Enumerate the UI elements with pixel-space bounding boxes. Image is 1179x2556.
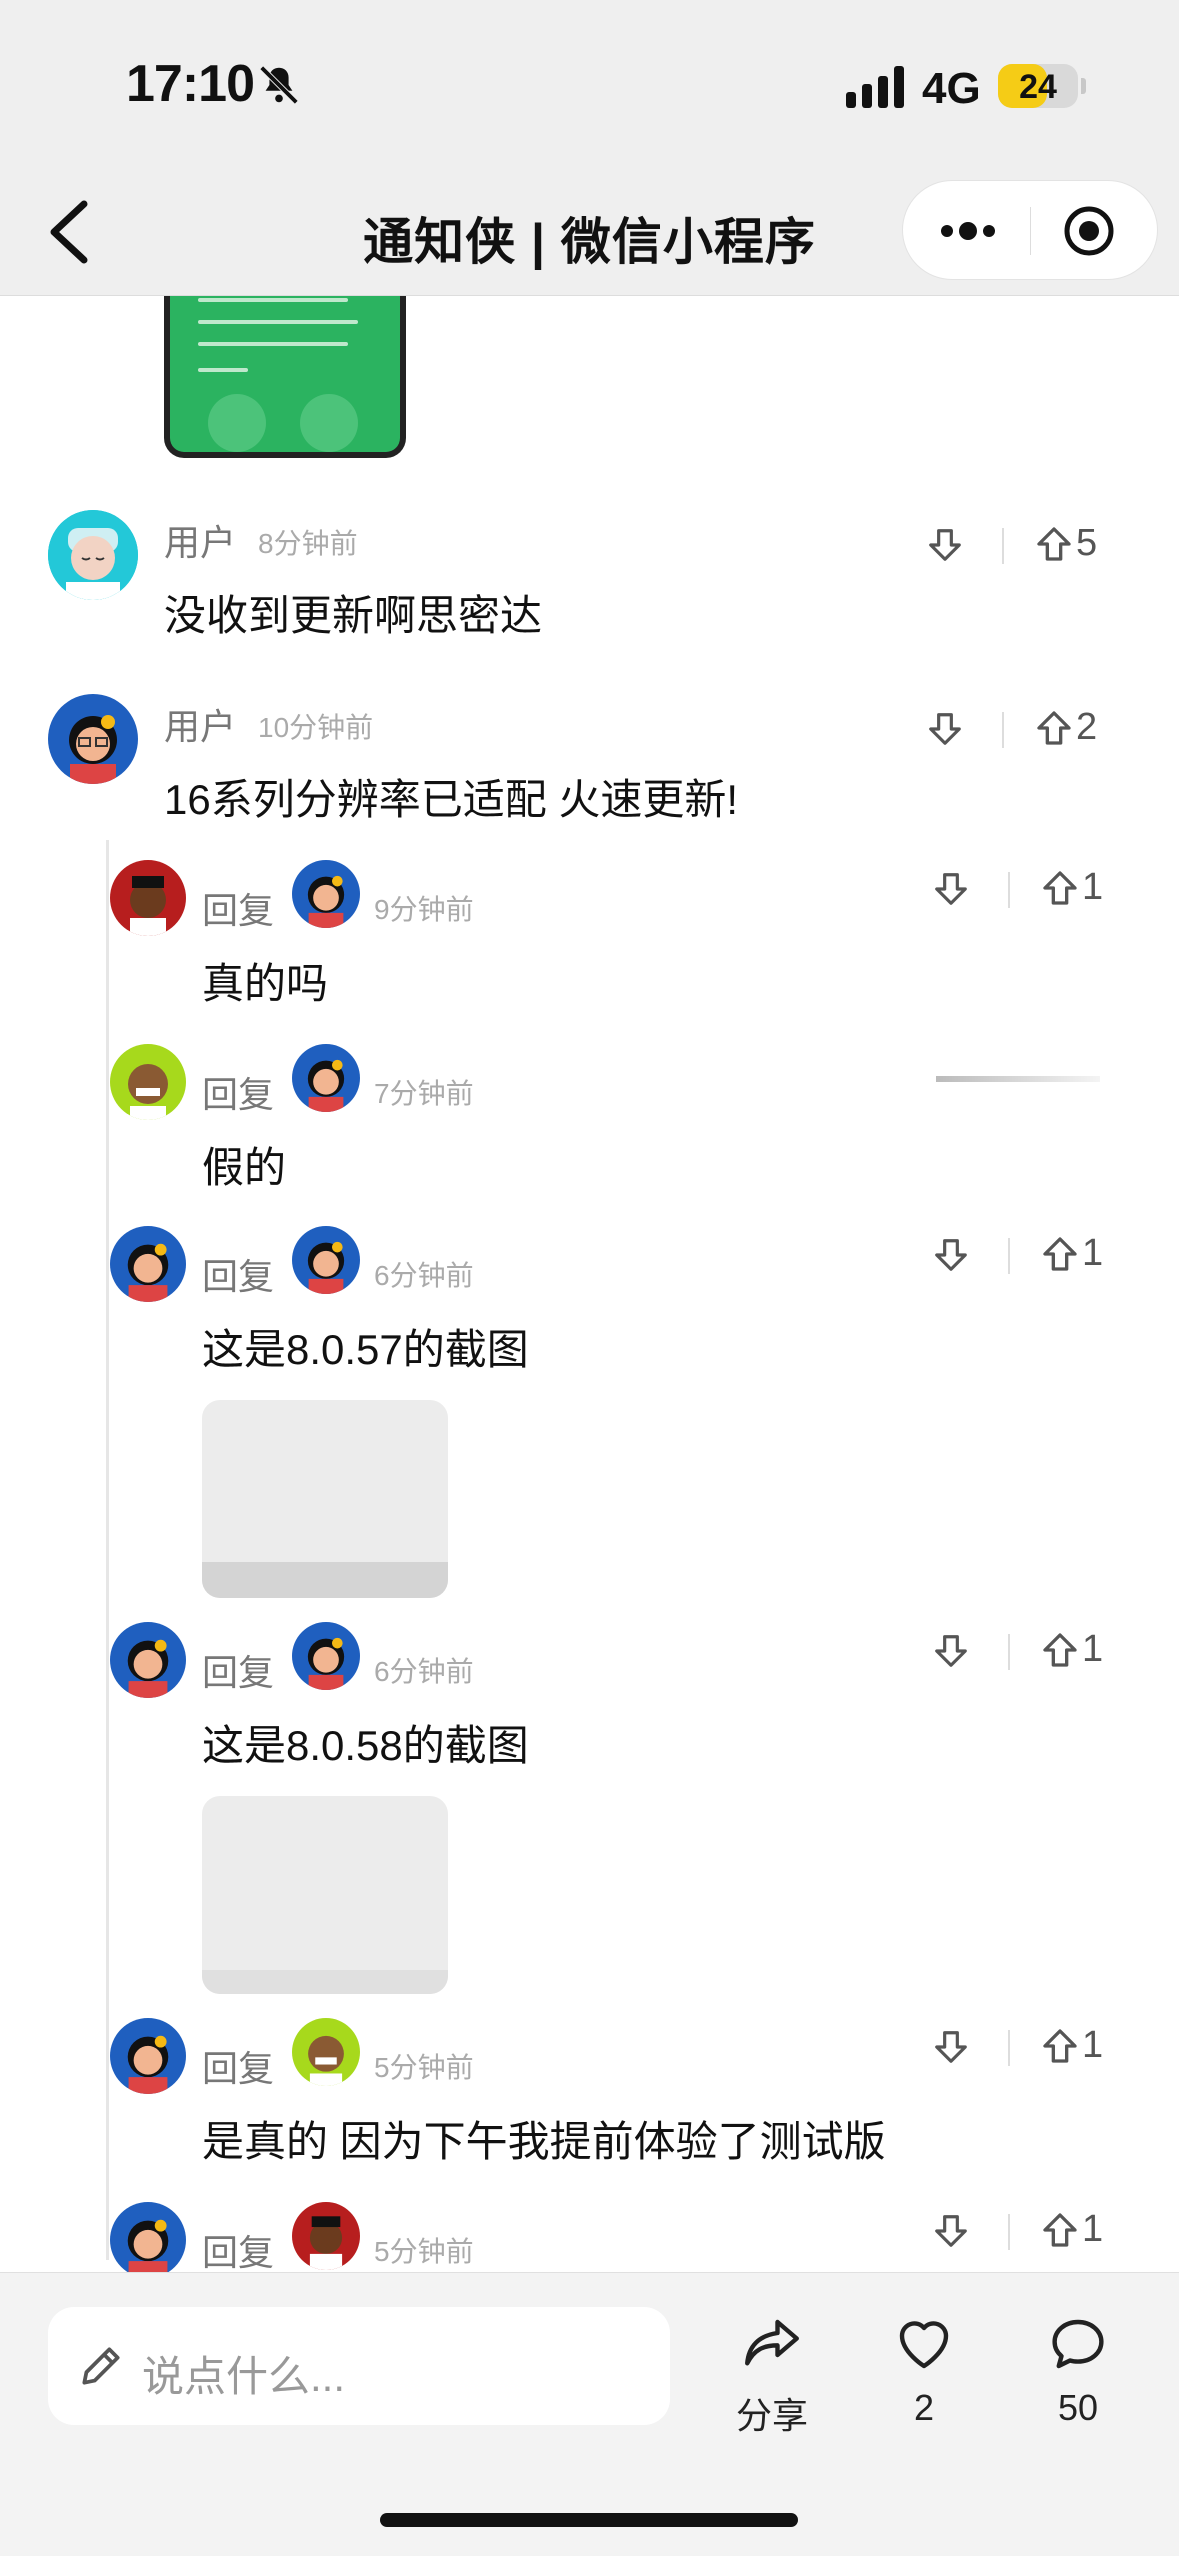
comment-list[interactable]: 用户 8分钟前 没收到更新啊思密达 5 用户 10分钟前 16系列分辨率已适配 … xyxy=(0,296,1179,2272)
upvote-icon[interactable] xyxy=(1034,524,1074,564)
comment-input[interactable]: 说点什么... xyxy=(48,2307,670,2425)
reply-label: 回复 xyxy=(202,1074,275,1115)
reply-time: 6分钟前 xyxy=(374,1656,474,1687)
reply-image[interactable] xyxy=(202,1796,448,1994)
reply-text: 假的 xyxy=(202,1144,287,1191)
battery-icon: 24 xyxy=(998,64,1086,108)
avatar[interactable] xyxy=(110,2018,186,2094)
reply-label: 回复 xyxy=(202,1652,275,1693)
downvote-icon[interactable] xyxy=(932,2028,970,2066)
avatar[interactable] xyxy=(110,1044,186,1120)
upvote-count: 1 xyxy=(1082,866,1104,908)
upvote-icon[interactable] xyxy=(1040,2026,1080,2066)
avatar[interactable] xyxy=(292,1044,360,1112)
avatar[interactable] xyxy=(292,860,360,928)
avatar[interactable] xyxy=(110,1622,186,1698)
share-label: 分享 xyxy=(735,2395,808,2436)
pencil-icon xyxy=(82,2347,120,2385)
comment-bubble-icon xyxy=(1052,2319,1104,2369)
avatar[interactable] xyxy=(292,2018,360,2086)
like-button[interactable]: 2 xyxy=(864,2311,984,2429)
reply-label: 回复 xyxy=(202,890,275,931)
reply-time: 7分钟前 xyxy=(374,1078,474,1109)
downvote-icon[interactable] xyxy=(926,710,964,748)
comment-button[interactable]: 50 xyxy=(1018,2311,1138,2429)
comment-input-placeholder: 说点什么... xyxy=(142,2353,346,2400)
upvote-count: 1 xyxy=(1082,2208,1104,2250)
share-icon xyxy=(745,2319,799,2366)
avatar[interactable] xyxy=(48,510,138,600)
avatar[interactable] xyxy=(292,1226,360,1294)
reply-time: 6分钟前 xyxy=(374,1260,474,1291)
like-count: 2 xyxy=(913,2387,935,2428)
reply-text: 这是8.0.57的截图 xyxy=(202,1326,529,1373)
heart-icon xyxy=(899,2321,949,2369)
downvote-icon[interactable] xyxy=(932,2212,970,2250)
nav-bar: 通知侠 | 微信小程序 xyxy=(0,170,1179,296)
reply-label: 回复 xyxy=(202,2232,275,2272)
downvote-icon[interactable] xyxy=(932,1236,970,1274)
avatar[interactable] xyxy=(110,1226,186,1302)
upvote-icon[interactable] xyxy=(1040,868,1080,908)
home-indicator[interactable] xyxy=(380,2513,798,2527)
reply-text: 是真的 因为下午我提前体验了测试版 xyxy=(202,2118,886,2165)
avatar[interactable] xyxy=(48,694,138,784)
upvote-icon[interactable] xyxy=(1040,2210,1080,2250)
avatar[interactable] xyxy=(292,2202,360,2270)
comment-username[interactable]: 用户 xyxy=(164,698,236,750)
upvote-count: 2 xyxy=(1076,706,1098,748)
status-bar: 17:10 4G 24 xyxy=(0,0,1179,170)
comment-text: 16系列分辨率已适配 火速更新! xyxy=(164,776,739,823)
comment-count: 50 xyxy=(1057,2387,1099,2428)
upvote-icon[interactable] xyxy=(1040,1234,1080,1274)
comment-username[interactable]: 用户 xyxy=(164,514,236,566)
avatar[interactable] xyxy=(292,1622,360,1690)
share-button[interactable]: 分享 xyxy=(712,2311,832,2439)
upvote-count: 1 xyxy=(1082,1628,1104,1670)
comment-text: 没收到更新啊思密达 xyxy=(164,592,543,639)
avatar[interactable] xyxy=(110,860,186,936)
status-time: 17:10 xyxy=(126,55,255,113)
reply-label: 回复 xyxy=(202,1256,275,1297)
reply-time: 9分钟前 xyxy=(374,894,474,925)
more-icon[interactable] xyxy=(933,207,1003,255)
reply-text: 这是8.0.58的截图 xyxy=(202,1722,529,1769)
network-type: 4G xyxy=(922,64,981,113)
upvote-icon[interactable] xyxy=(1040,1630,1080,1670)
reply-time: 5分钟前 xyxy=(374,2052,474,2083)
upvote-count: 5 xyxy=(1076,522,1098,564)
upvote-count: 1 xyxy=(1082,2024,1104,2066)
upvote-count: 1 xyxy=(1082,1232,1104,1274)
loading-indicator xyxy=(936,1076,1100,1082)
downvote-icon[interactable] xyxy=(932,1632,970,1670)
downvote-icon[interactable] xyxy=(932,870,970,908)
reply-time: 5分钟前 xyxy=(374,2236,474,2267)
close-miniprogram-icon[interactable] xyxy=(1063,205,1115,257)
reply-text: 真的吗 xyxy=(202,960,329,1007)
reply-label: 回复 xyxy=(202,2048,275,2089)
post-image[interactable] xyxy=(164,296,406,458)
avatar[interactable] xyxy=(110,2202,186,2272)
reply-image[interactable] xyxy=(202,1400,448,1598)
downvote-icon[interactable] xyxy=(926,526,964,564)
signal-icon xyxy=(846,66,904,108)
battery-level: 24 xyxy=(1019,68,1057,106)
thread-line xyxy=(106,840,109,2260)
comment-time: 8分钟前 xyxy=(258,528,358,559)
comment-time: 10分钟前 xyxy=(258,712,374,743)
miniprogram-capsule xyxy=(902,180,1158,280)
upvote-icon[interactable] xyxy=(1034,708,1074,748)
bell-muted-icon xyxy=(259,65,299,105)
bottom-action-bar: 说点什么... 分享 2 50 xyxy=(0,2272,1179,2556)
